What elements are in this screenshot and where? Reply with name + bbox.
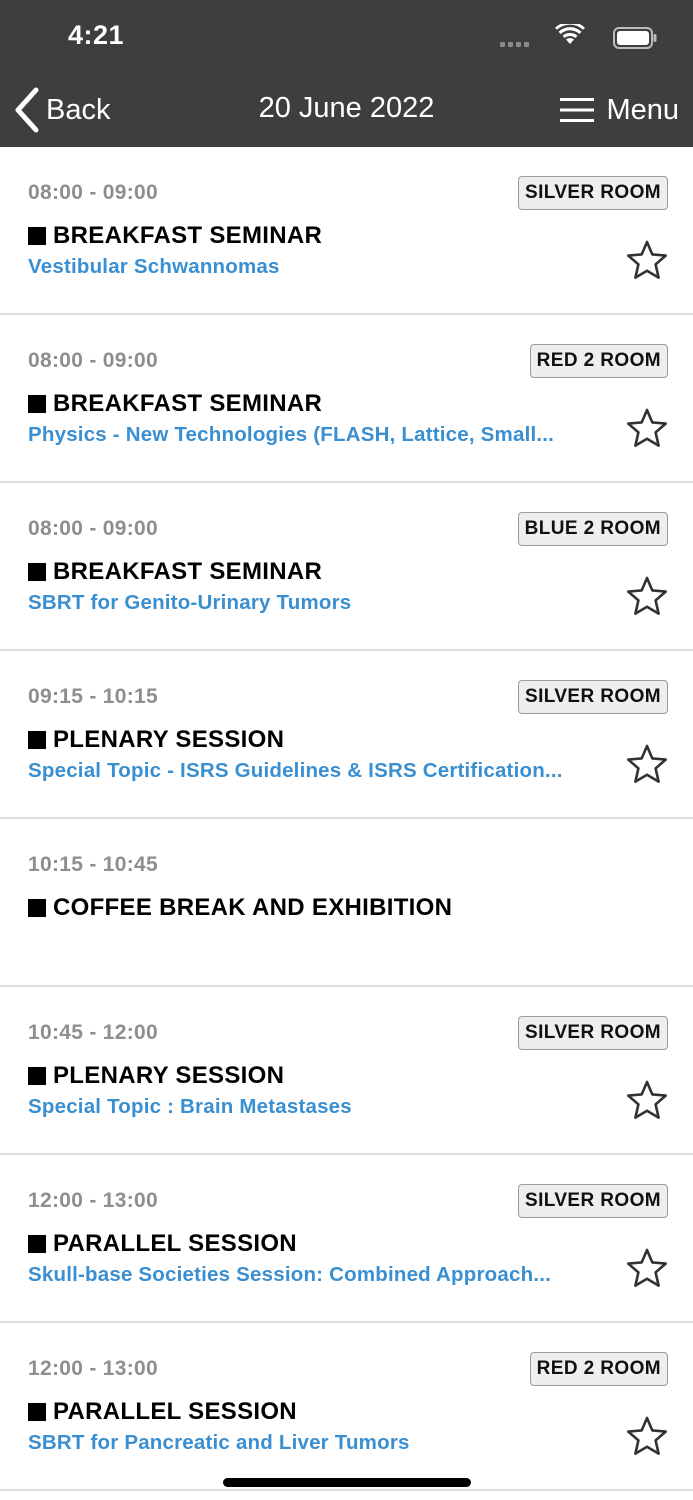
session-title-link[interactable]: Special Topic : Brain Metastases xyxy=(28,1095,603,1119)
session-type: BREAKFAST SEMINAR xyxy=(28,558,322,586)
session-type-label: PARALLEL SESSION xyxy=(53,1398,297,1425)
back-label: Back xyxy=(46,93,111,126)
session-row[interactable]: 10:15 - 10:45 COFFEE BREAK AND EXHIBITION xyxy=(0,819,693,987)
room-badge: SILVER ROOM xyxy=(518,680,668,714)
session-time: 08:00 - 09:00 xyxy=(28,181,158,204)
home-indicator xyxy=(223,1478,471,1487)
session-title-link[interactable]: Vestibular Schwannomas xyxy=(28,255,603,279)
session-type-label: COFFEE BREAK AND EXHIBITION xyxy=(53,894,453,921)
status-time: 4:21 xyxy=(68,20,125,50)
star-icon[interactable] xyxy=(625,1415,669,1457)
session-type-label: PLENARY SESSION xyxy=(53,1062,285,1089)
session-title-link[interactable]: SBRT for Genito-Urinary Tumors xyxy=(28,591,603,615)
menu-label: Menu xyxy=(606,93,679,126)
room-badge: RED 2 ROOM xyxy=(529,344,668,378)
session-time: 09:15 - 10:15 xyxy=(28,685,158,708)
star-icon[interactable] xyxy=(625,1247,669,1289)
session-row[interactable]: 08:00 - 09:00 BLUE 2 ROOM BREAKFAST SEMINA… xyxy=(0,483,693,651)
room-badge: SILVER ROOM xyxy=(518,1016,668,1050)
session-time: 08:00 - 09:00 xyxy=(28,349,158,372)
square-bullet-icon xyxy=(28,395,46,413)
session-type: PLENARY SESSION xyxy=(28,1062,284,1090)
session-type: BREAKFAST SEMINAR xyxy=(28,390,322,418)
room-badge: BLUE 2 ROOM xyxy=(517,512,668,546)
session-type: BREAKFAST SEMINAR xyxy=(28,222,322,250)
session-row[interactable]: 09:15 - 10:15 SILVER ROOM PLENARY SESSION S… xyxy=(0,651,693,819)
star-icon[interactable] xyxy=(625,239,669,281)
session-time: 10:45 - 12:00 xyxy=(28,1021,158,1044)
session-title-link[interactable]: Special Topic - ISRS Guidelines & ISRS C… xyxy=(28,759,603,783)
session-row[interactable]: 08:00 - 09:00 RED 2 ROOM BREAKFAST SEMINAR… xyxy=(0,315,693,483)
square-bullet-icon xyxy=(28,1235,46,1253)
back-button[interactable]: Back xyxy=(12,84,110,136)
wifi-icon xyxy=(555,24,585,44)
square-bullet-icon xyxy=(28,899,46,917)
session-type-label: PLENARY SESSION xyxy=(53,726,285,753)
square-bullet-icon xyxy=(28,1067,46,1085)
session-type: COFFEE BREAK AND EXHIBITION xyxy=(28,894,452,922)
session-row[interactable]: 08:00 - 09:00 SILVER ROOM BREAKFAST SEMINA… xyxy=(0,147,693,315)
session-time: 10:15 - 10:45 xyxy=(28,853,158,876)
session-time: 08:00 - 09:00 xyxy=(28,517,158,540)
star-icon[interactable] xyxy=(625,743,669,785)
session-row[interactable]: 12:00 - 13:00 SILVER ROOM PARALLEL SESSION… xyxy=(0,1155,693,1323)
room-badge: SILVER ROOM xyxy=(518,176,668,210)
session-title-link[interactable]: Skull-base Societies Session: Combined A… xyxy=(28,1263,603,1287)
session-time: 12:00 - 13:00 xyxy=(28,1357,158,1380)
square-bullet-icon xyxy=(28,563,46,581)
star-icon[interactable] xyxy=(625,575,669,617)
square-bullet-icon xyxy=(28,1403,46,1421)
session-list: 08:00 - 09:00 SILVER ROOM BREAKFAST SEMINA… xyxy=(0,147,693,1491)
session-title-link[interactable]: SBRT for Pancreatic and Liver Tumors xyxy=(28,1431,603,1455)
menu-button[interactable]: Menu xyxy=(560,88,679,132)
session-time: 12:00 - 13:00 xyxy=(28,1189,158,1212)
session-type-label: BREAKFAST SEMINAR xyxy=(53,558,323,585)
signal-icon xyxy=(500,42,529,47)
session-row[interactable]: 10:45 - 12:00 SILVER ROOM PLENARY SESSION S… xyxy=(0,987,693,1155)
square-bullet-icon xyxy=(28,731,46,749)
square-bullet-icon xyxy=(28,227,46,245)
session-row[interactable]: 12:00 - 13:00 RED 2 ROOM PARALLEL SESSION S… xyxy=(0,1323,693,1491)
session-type: PARALLEL SESSION xyxy=(28,1398,297,1426)
session-type: PLENARY SESSION xyxy=(28,726,284,754)
session-title-link[interactable]: Physics - New Technologies (FLASH, Latti… xyxy=(28,423,603,447)
session-type-label: BREAKFAST SEMINAR xyxy=(53,390,323,417)
battery-icon xyxy=(613,27,657,49)
chevron-left-icon xyxy=(15,87,39,133)
session-type: PARALLEL SESSION xyxy=(28,1230,297,1258)
navigation-bar: 4:21 Back 20 June 2022 Menu xyxy=(0,0,693,147)
room-badge: SILVER ROOM xyxy=(518,1184,668,1218)
star-icon[interactable] xyxy=(625,407,669,449)
room-badge: RED 2 ROOM xyxy=(529,1352,668,1386)
session-type-label: BREAKFAST SEMINAR xyxy=(53,222,323,249)
hamburger-icon xyxy=(560,98,595,122)
star-icon[interactable] xyxy=(625,1079,669,1121)
session-type-label: PARALLEL SESSION xyxy=(53,1230,297,1257)
